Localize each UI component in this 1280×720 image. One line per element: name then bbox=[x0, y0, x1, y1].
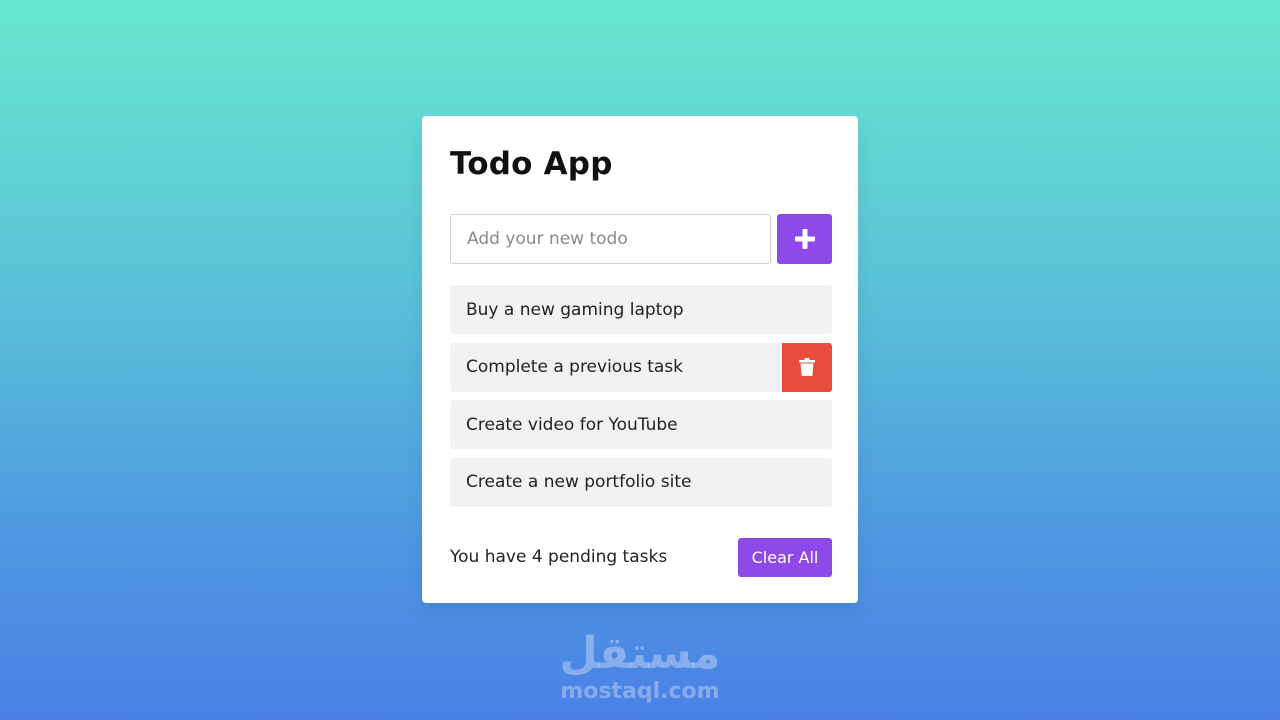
todo-input[interactable] bbox=[450, 214, 771, 264]
todo-item-label: Create a new portfolio site bbox=[466, 472, 692, 492]
trash-icon bbox=[799, 358, 815, 376]
todo-item[interactable]: Buy a new gaming laptop bbox=[450, 285, 832, 334]
watermark-logo: مستقل mostaql.com bbox=[540, 628, 740, 704]
add-todo-row bbox=[450, 214, 832, 264]
todo-footer: You have 4 pending tasks Clear All bbox=[450, 538, 832, 577]
todo-item-label: Complete a previous task bbox=[466, 357, 684, 377]
watermark-arabic: مستقل bbox=[559, 628, 721, 679]
todo-item[interactable]: Create video for YouTube bbox=[450, 400, 832, 449]
add-todo-button[interactable] bbox=[777, 214, 832, 264]
watermark-latin: mostaql.com bbox=[560, 679, 720, 704]
todo-item-label: Buy a new gaming laptop bbox=[466, 299, 684, 320]
app-title: Todo App bbox=[450, 146, 613, 182]
pending-count-text: You have 4 pending tasks bbox=[450, 547, 668, 567]
todo-item[interactable]: Complete a previous task bbox=[450, 342, 832, 392]
todo-item-label: Create video for YouTube bbox=[466, 414, 678, 435]
delete-todo-button[interactable] bbox=[782, 342, 832, 392]
plus-icon bbox=[794, 229, 815, 249]
todo-item[interactable]: Create a new portfolio site bbox=[450, 457, 832, 507]
todo-card: Todo App Buy a new gaming laptop Complet… bbox=[422, 116, 858, 603]
todo-list: Buy a new gaming laptop Complete a previ… bbox=[450, 285, 832, 515]
clear-all-button[interactable]: Clear All bbox=[738, 538, 832, 577]
